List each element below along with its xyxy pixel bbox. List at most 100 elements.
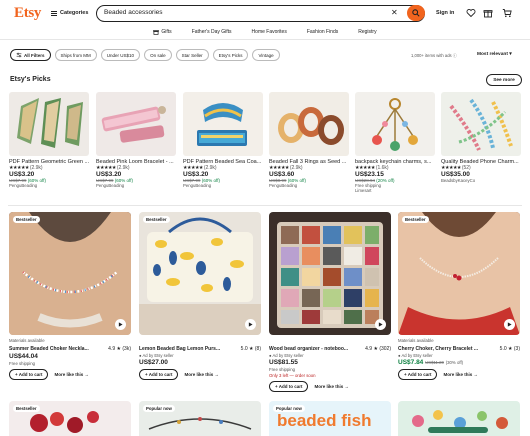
- bestseller-badge: Bestseller: [402, 216, 429, 223]
- listing-card[interactable]: Bestseller Materials available Summer Be…: [9, 212, 131, 380]
- close-icon[interactable]: ✕: [391, 8, 398, 17]
- popular-now-badge: Popular now: [143, 405, 175, 412]
- listing-card[interactable]: Bestseller Lemon Beaded Bag Lemon Purs..…: [139, 212, 261, 380]
- more-like-this-link[interactable]: More like this →: [54, 372, 89, 377]
- nav-item-registry[interactable]: Registry: [358, 27, 376, 37]
- play-video-button[interactable]: [375, 319, 386, 330]
- pick-card[interactable]: PDF Pattern Geometric Green ... ★★★★★ (2…: [9, 92, 89, 188]
- ad-label: ● Ad by Etsy seller: [139, 353, 174, 358]
- nav-item-gifts[interactable]: Gifts: [153, 27, 172, 37]
- promo-text: beaded fish: [277, 411, 372, 430]
- search-input[interactable]: Beaded accessories: [104, 9, 163, 16]
- all-filters-button[interactable]: All Filters: [10, 49, 51, 61]
- listing-title[interactable]: Wood bead organizer - noteboo...: [269, 346, 348, 352]
- nav-item-fashion-finds[interactable]: Fashion Finds: [307, 27, 338, 37]
- filter-chip-under-10[interactable]: Under US$10: [100, 49, 141, 61]
- add-to-cart-button[interactable]: + Add to cart: [139, 369, 179, 380]
- product-image[interactable]: [9, 92, 89, 156]
- listing-title[interactable]: Summer Beaded Choker Neckla...: [9, 346, 89, 352]
- play-icon: [507, 322, 512, 327]
- shop-name[interactable]: PenguBeading: [183, 183, 263, 188]
- price: US$3.20: [183, 171, 209, 178]
- categories-button[interactable]: Categories: [51, 10, 88, 16]
- listing-card[interactable]: Wood bead organizer - noteboo... 4.9 ★ (3…: [269, 212, 391, 392]
- sale-price: US$7.84 US$11.20 (30% off): [398, 359, 464, 366]
- filter-chip-ships-from[interactable]: Ships from MM: [54, 49, 97, 61]
- header-divider: [0, 39, 530, 40]
- play-icon: [118, 322, 123, 327]
- play-video-button[interactable]: [115, 319, 126, 330]
- filter-chip-vintage[interactable]: Vintage: [252, 49, 280, 61]
- nav-label: Home Favorites: [251, 29, 287, 35]
- ad-label: ● Ad by Etsy seller: [398, 353, 433, 358]
- nav-label: Registry: [358, 29, 377, 35]
- play-video-button[interactable]: [245, 319, 256, 330]
- filter-chip-on-sale[interactable]: On sale: [144, 49, 172, 61]
- shop-name[interactable]: PenguBeading: [96, 183, 176, 188]
- gift-icon: [153, 30, 160, 35]
- more-like-this-link[interactable]: More like this →: [443, 372, 478, 377]
- product-image[interactable]: [269, 212, 391, 335]
- pick-card[interactable]: Beaded Pink Loom Bracelet - ... ★★★★★ (2…: [96, 92, 176, 188]
- product-image[interactable]: Bestseller: [139, 212, 261, 335]
- heart-icon[interactable]: [466, 8, 476, 18]
- sort-dropdown[interactable]: Most relevant ▾: [477, 52, 512, 57]
- product-image[interactable]: Bestseller: [9, 212, 131, 335]
- listing-card[interactable]: Bestseller Materials available Cherry Ch…: [398, 212, 520, 380]
- gift-icon[interactable]: [483, 8, 493, 18]
- filter-chip-etsys-picks[interactable]: Etsy's Picks: [212, 49, 249, 61]
- listing-card[interactable]: Bestseller: [9, 401, 131, 436]
- more-like-this-link[interactable]: More like this →: [184, 372, 219, 377]
- nav-label: Fashion Finds: [306, 29, 339, 35]
- product-image[interactable]: [183, 92, 263, 156]
- shipping-note: Free shipping: [9, 361, 36, 366]
- cart-icon[interactable]: [502, 8, 512, 18]
- more-like-this-link[interactable]: More like this →: [314, 384, 349, 389]
- product-image[interactable]: [441, 92, 521, 156]
- categories-label: Categories: [60, 10, 89, 16]
- nav-item-fathers-day-gifts[interactable]: Father's Day Gifts: [192, 27, 232, 37]
- listing-card[interactable]: [398, 401, 520, 436]
- info-icon[interactable]: ⓘ: [453, 53, 457, 58]
- listing-card[interactable]: beaded fish Popular now: [269, 401, 391, 436]
- etsy-logo[interactable]: Etsy: [14, 5, 41, 22]
- pick-card[interactable]: PDF Pattern Beaded Sea Coa... ★★★★★ (2.9…: [183, 92, 263, 188]
- play-icon: [248, 322, 253, 327]
- nav-item-home-favorites[interactable]: Home Favorites: [252, 27, 287, 37]
- bestseller-badge: Bestseller: [143, 216, 170, 223]
- filter-chip-star-seller[interactable]: Star Seller: [175, 49, 209, 61]
- shop-name[interactable]: PenguBeading: [9, 183, 89, 188]
- price: US$35.00: [441, 171, 470, 178]
- shop-name[interactable]: BeadsbyKaceyCo: [441, 178, 521, 183]
- materials-note: [139, 338, 261, 344]
- add-to-cart-button[interactable]: + Add to cart: [398, 369, 438, 380]
- add-to-cart-button[interactable]: + Add to cart: [269, 381, 309, 392]
- category-nav: Gifts Father's Day Gifts Home Favorites …: [0, 27, 530, 37]
- results-count: 1,000+ items with ads ⓘ: [411, 53, 457, 58]
- pick-card[interactable]: Quality Beaded Phone Charm... ★★★★★ (52)…: [441, 92, 521, 183]
- see-more-button[interactable]: See more: [486, 74, 522, 86]
- pick-card[interactable]: Beaded Fall 3 Rings as Seed ... ★★★★★ (2…: [269, 92, 349, 188]
- rating: 5.0 ★ (3): [499, 346, 520, 352]
- product-image[interactable]: Bestseller: [398, 212, 520, 335]
- listing-card[interactable]: Popular now: [139, 401, 261, 436]
- shop-name[interactable]: Limesart: [355, 188, 435, 193]
- search-button[interactable]: [407, 5, 425, 21]
- play-video-button[interactable]: [504, 319, 515, 330]
- rating: 4.9 ★ (302): [365, 346, 391, 352]
- add-to-cart-button[interactable]: + Add to cart: [9, 369, 49, 380]
- rating: 5.0 ★ (8): [240, 346, 261, 352]
- search-bar[interactable]: Beaded accessories ✕: [96, 5, 425, 22]
- sign-in-link[interactable]: Sign in: [436, 10, 454, 16]
- product-image[interactable]: [355, 92, 435, 156]
- listing-title[interactable]: Lemon Beaded Bag Lemon Purs...: [139, 346, 220, 352]
- product-image[interactable]: [96, 92, 176, 156]
- product-image[interactable]: [269, 92, 349, 156]
- shipping-note: Free shipping: [269, 367, 296, 372]
- price: US$81.55: [269, 359, 298, 366]
- price: US$27.00: [139, 359, 168, 366]
- listing-title[interactable]: Cherry Choker, Cherry Bracelet ...: [398, 346, 478, 352]
- pick-card[interactable]: backpack keychain charms, s... ★★★★★ (1.…: [355, 92, 435, 193]
- bestseller-badge: Bestseller: [13, 216, 40, 223]
- shop-name[interactable]: PenguBeading: [269, 183, 349, 188]
